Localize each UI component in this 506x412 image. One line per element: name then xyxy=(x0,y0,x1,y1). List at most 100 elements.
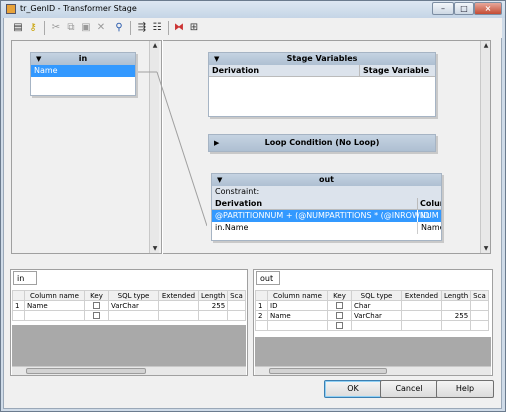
column-name-header[interactable]: Column name xyxy=(267,290,328,301)
length-cell[interactable] xyxy=(440,320,472,331)
column-auto-match-icon[interactable]: ⇶ xyxy=(135,21,149,35)
scale-cell[interactable] xyxy=(470,320,489,331)
sql-type-header[interactable]: SQL type xyxy=(351,290,402,301)
derivation-cell[interactable]: in.Name xyxy=(215,223,248,232)
tab-in[interactable]: in xyxy=(13,271,37,285)
key-cell[interactable] xyxy=(327,300,352,311)
key-checkbox[interactable] xyxy=(336,312,343,319)
length-cell[interactable] xyxy=(197,310,229,321)
extended-cell[interactable] xyxy=(401,310,442,321)
sql-type-cell[interactable] xyxy=(108,310,159,321)
key-cell[interactable] xyxy=(327,310,352,321)
input-column-row[interactable]: Name xyxy=(31,65,135,77)
length-cell[interactable]: 255 xyxy=(197,300,229,311)
close-button[interactable]: × xyxy=(474,2,502,15)
length-cell[interactable] xyxy=(440,300,472,311)
loop-condition-header[interactable]: ▶ Loop Condition (No Loop) xyxy=(209,135,435,151)
key-checkbox[interactable] xyxy=(336,302,343,309)
scale-cell[interactable] xyxy=(470,300,489,311)
constraint-row[interactable]: Constraint: xyxy=(212,186,441,198)
extended-header[interactable]: Extended xyxy=(158,290,199,301)
maximize-button[interactable]: □ xyxy=(454,2,474,15)
copy-icon[interactable]: ⧉ xyxy=(64,21,78,35)
minimize-button[interactable]: – xyxy=(432,2,454,15)
key-checkbox[interactable] xyxy=(93,312,100,319)
row-number: 1 xyxy=(12,300,25,311)
column-name-cell[interactable] xyxy=(24,310,85,321)
extended-cell[interactable] xyxy=(401,300,442,311)
loop-condition-box[interactable]: ▶ Loop Condition (No Loop) xyxy=(208,134,436,152)
length-cell[interactable]: 255 xyxy=(440,310,472,321)
paste-icon[interactable]: ▣ xyxy=(79,21,93,35)
key-cell[interactable] xyxy=(84,300,109,311)
stage-variables-header[interactable]: ▼ Stage Variables xyxy=(209,53,435,65)
scale-header[interactable]: Sca xyxy=(470,290,489,301)
sql-type-header[interactable]: SQL type xyxy=(108,290,159,301)
length-header[interactable]: Length xyxy=(440,290,472,301)
stage-variables-title: Stage Variables xyxy=(286,54,358,63)
scroll-thumb[interactable] xyxy=(26,368,146,374)
output-links-icon[interactable]: ⧓ xyxy=(172,21,186,35)
sql-type-cell[interactable]: VarChar xyxy=(108,300,159,311)
key-checkbox[interactable] xyxy=(93,302,100,309)
table-row[interactable] xyxy=(12,310,246,321)
sql-type-cell[interactable]: VarChar xyxy=(351,310,402,321)
input-links-icon[interactable]: ☷ xyxy=(150,21,164,35)
column-name-cell[interactable]: ID xyxy=(267,300,328,311)
expand-icon[interactable]: ▶ xyxy=(214,135,219,151)
scale-cell[interactable] xyxy=(227,310,246,321)
extended-cell[interactable] xyxy=(401,320,442,331)
column-name-cell[interactable]: Name xyxy=(267,310,328,321)
input-grid-horizontal-scrollbar[interactable] xyxy=(12,366,246,375)
ok-button[interactable]: OK xyxy=(324,380,382,398)
scroll-up-icon[interactable]: ▲ xyxy=(481,42,491,49)
output-grid-horizontal-scrollbar[interactable] xyxy=(255,366,491,375)
scale-header[interactable]: Sca xyxy=(227,290,246,301)
key-header[interactable]: Key xyxy=(327,290,352,301)
output-link-box[interactable]: ▼ out Constraint: Derivation Colum @PARTI… xyxy=(211,173,442,241)
scroll-thumb[interactable] xyxy=(269,368,387,374)
delete-icon[interactable]: ✕ xyxy=(94,21,108,35)
scroll-down-icon[interactable]: ▼ xyxy=(481,245,491,252)
extended-cell[interactable] xyxy=(158,310,199,321)
key-icon[interactable]: ⚷ xyxy=(26,21,40,35)
find-icon[interactable]: ⚲ xyxy=(112,21,126,35)
key-checkbox[interactable] xyxy=(336,322,343,329)
properties-icon[interactable]: ▤ xyxy=(11,21,25,35)
table-row[interactable]: 2 Name VarChar 255 xyxy=(255,310,489,321)
input-link-header[interactable]: ▼ in xyxy=(31,53,135,65)
collapse-icon[interactable]: ▼ xyxy=(214,53,219,65)
extended-header[interactable]: Extended xyxy=(401,290,442,301)
input-link-box[interactable]: ▼ in Name xyxy=(30,52,136,96)
cancel-button[interactable]: Cancel xyxy=(380,380,438,398)
key-header[interactable]: Key xyxy=(84,290,109,301)
scale-cell[interactable] xyxy=(470,310,489,321)
table-row[interactable] xyxy=(255,320,489,331)
stage-variables-box[interactable]: ▼ Stage Variables Derivation Stage Variab… xyxy=(208,52,436,117)
extended-cell[interactable] xyxy=(158,300,199,311)
key-cell[interactable] xyxy=(327,320,352,331)
output-row[interactable]: @PARTITIONNUM + (@NUMPARTITIONS * (@INRO… xyxy=(212,210,441,222)
column-name-cell[interactable] xyxy=(267,320,328,331)
key-cell[interactable] xyxy=(84,310,109,321)
sql-type-cell[interactable] xyxy=(351,320,402,331)
column-name-cell[interactable]: Name xyxy=(24,300,85,311)
scale-cell[interactable] xyxy=(227,300,246,311)
output-link-header[interactable]: ▼ out xyxy=(212,174,441,186)
derivation-cell[interactable]: @PARTITIONNUM + (@NUMPARTITIONS * (@INRO… xyxy=(215,211,441,220)
stage-properties-icon[interactable]: ⊞ xyxy=(187,21,201,35)
column-name-header[interactable]: Column name xyxy=(24,290,85,301)
cut-icon[interactable]: ✂ xyxy=(49,21,63,35)
help-button[interactable]: Help xyxy=(436,380,494,398)
output-row[interactable]: in.Name Name xyxy=(212,222,441,234)
scroll-down-icon[interactable]: ▼ xyxy=(150,245,160,252)
collapse-icon[interactable]: ▼ xyxy=(217,174,222,186)
length-header[interactable]: Length xyxy=(197,290,229,301)
scroll-up-icon[interactable]: ▲ xyxy=(150,42,160,49)
tab-out[interactable]: out xyxy=(256,271,280,285)
right-vertical-scrollbar[interactable]: ▲ ▼ xyxy=(480,41,490,253)
collapse-icon[interactable]: ▼ xyxy=(36,53,41,65)
table-row[interactable]: 1 ID Char xyxy=(255,300,489,311)
table-row[interactable]: 1 Name VarChar 255 xyxy=(12,300,246,311)
sql-type-cell[interactable]: Char xyxy=(351,300,402,311)
